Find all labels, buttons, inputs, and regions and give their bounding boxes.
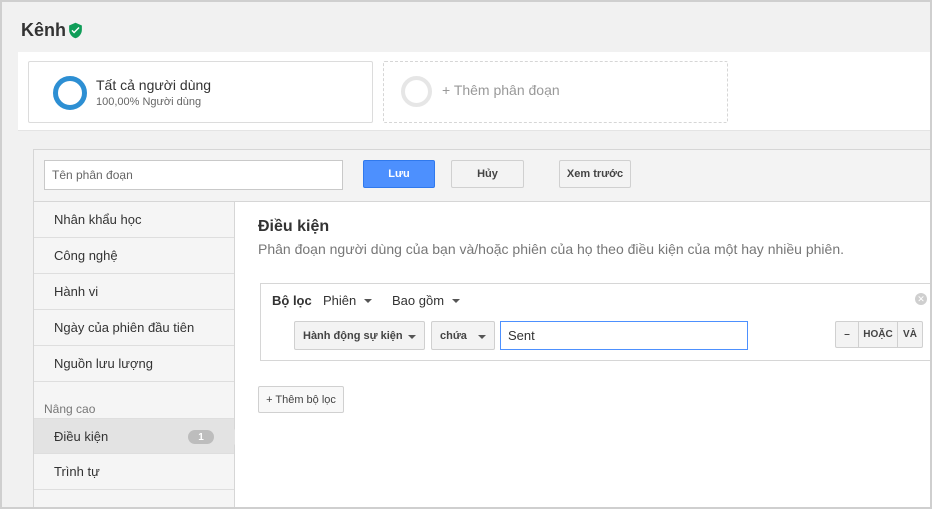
- filter-scope-dropdown[interactable]: Phiên: [323, 293, 373, 308]
- and-button[interactable]: VÀ: [898, 322, 922, 347]
- segment-editor: Lưu Hủy Xem trước Nhân khẩu học Công ngh…: [18, 130, 932, 509]
- filter-label: Bộ lọc: [272, 293, 312, 308]
- segment-name-input[interactable]: [44, 160, 343, 190]
- editor-toolbar: Lưu Hủy Xem trước: [34, 150, 932, 202]
- logic-button-group: – HOẶC VÀ: [835, 321, 923, 348]
- conditions-content: Điều kiện Phân đoạn người dùng của bạn v…: [235, 202, 932, 509]
- segment-editor-panel: Lưu Hủy Xem trước Nhân khẩu học Công ngh…: [33, 149, 932, 509]
- condition-count-badge: 1: [188, 430, 214, 444]
- remove-filter-icon[interactable]: ✕: [915, 293, 927, 305]
- nav-item-behavior[interactable]: Hành vi: [34, 274, 234, 310]
- condition-value-input[interactable]: [500, 321, 748, 350]
- nav-item-demographics[interactable]: Nhân khẩu học: [34, 202, 234, 238]
- verified-shield-check-icon: [69, 22, 82, 39]
- save-button[interactable]: Lưu: [363, 160, 435, 188]
- chevron-down-icon: [364, 298, 373, 303]
- nav-item-conditions[interactable]: Điều kiện 1: [34, 418, 234, 454]
- segment-name: Tất cả người dùng: [96, 77, 212, 93]
- nav-item-label: Điều kiện: [54, 428, 109, 444]
- empty-segment-ring-icon: [401, 76, 432, 107]
- segment-category-nav: Nhân khẩu học Công nghệ Hành vi Ngày của…: [34, 202, 235, 509]
- add-segment-label: + Thêm phân đoạn: [442, 82, 560, 98]
- chevron-down-icon: [452, 298, 461, 303]
- filter-box: Bộ lọc Phiên Bao gồm ✕ Hành động sự kiện…: [260, 283, 932, 361]
- operator-value: chứa: [440, 329, 467, 342]
- nav-item-date-of-first-session[interactable]: Ngày của phiên đầu tiên: [34, 310, 234, 346]
- nav-item-traffic-sources[interactable]: Nguồn lưu lượng: [34, 346, 234, 382]
- or-button[interactable]: HOẶC: [859, 322, 898, 347]
- chevron-down-icon: [408, 335, 416, 339]
- nav-heading-advanced: Nâng cao: [44, 402, 96, 416]
- add-filter-button[interactable]: + Thêm bộ lọc: [258, 386, 344, 413]
- filter-scope-value: Phiên: [323, 293, 357, 308]
- cancel-button[interactable]: Hủy: [451, 160, 524, 188]
- operator-dropdown[interactable]: chứa: [431, 321, 495, 350]
- conditions-title: Điều kiện: [258, 218, 330, 235]
- nav-item-sequences[interactable]: Trình tự: [34, 454, 234, 490]
- segment-card-all-users[interactable]: Tất cả người dùng 100,00% Người dùng: [28, 61, 373, 123]
- segment-bar: Tất cả người dùng 100,00% Người dùng + T…: [18, 52, 932, 130]
- dimension-dropdown[interactable]: Hành động sự kiện: [294, 321, 425, 350]
- segment-ring-icon: [53, 76, 87, 110]
- header-bar: Kênh: [0, 0, 932, 52]
- preview-button[interactable]: Xem trước: [559, 160, 631, 188]
- nav-item-technology[interactable]: Công nghệ: [34, 238, 234, 274]
- remove-condition-button[interactable]: –: [836, 322, 859, 347]
- dimension-value: Hành động sự kiện: [303, 329, 403, 342]
- add-segment-button[interactable]: + Thêm phân đoạn: [383, 61, 728, 123]
- segment-percentage: 100,00% Người dùng: [96, 96, 202, 108]
- chevron-down-icon: [478, 335, 486, 339]
- filter-mode-dropdown[interactable]: Bao gồm: [392, 293, 461, 308]
- conditions-description: Phân đoạn người dùng của bạn và/hoặc phi…: [258, 241, 844, 257]
- filter-mode-value: Bao gồm: [392, 293, 445, 308]
- page-title: Kênh: [21, 20, 66, 40]
